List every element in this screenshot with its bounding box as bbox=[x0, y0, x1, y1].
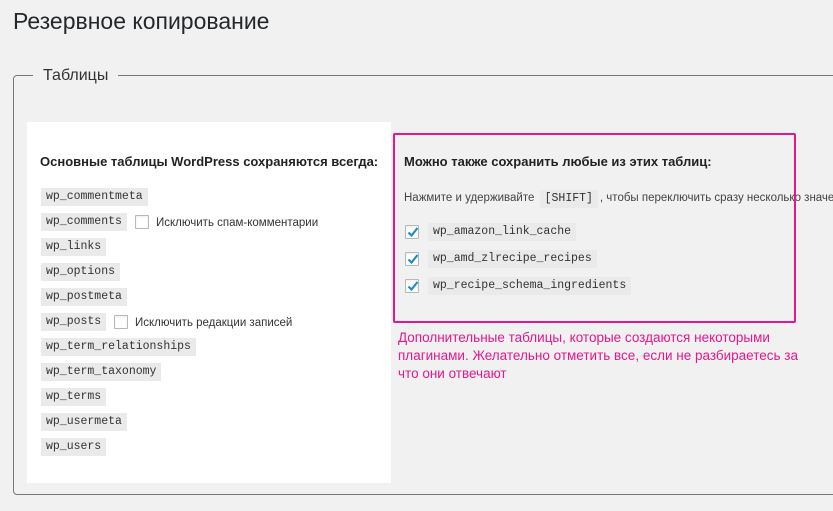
exclude-revisions-label[interactable]: Исключить редакции записей bbox=[135, 316, 292, 330]
exclude-revisions-checkbox[interactable] bbox=[114, 315, 128, 329]
core-table-tag: wp_term_taxonomy bbox=[41, 363, 162, 381]
core-table-tag: wp_postmeta bbox=[41, 288, 127, 306]
annotation-note: Дополнительные таблицы, которые создаютс… bbox=[398, 330, 798, 381]
core-table-tag: wp_links bbox=[41, 238, 107, 256]
core-table-tag: wp_users bbox=[41, 438, 107, 456]
core-table-tag: wp_usermeta bbox=[41, 413, 127, 431]
core-table-tag: wp_commentmeta bbox=[41, 188, 148, 206]
core-table-tag: wp_posts bbox=[41, 313, 107, 331]
exclude-spam-checkbox[interactable] bbox=[135, 215, 149, 229]
page-title: Резервное копирование bbox=[13, 8, 270, 34]
core-table-tag: wp_terms bbox=[41, 388, 107, 406]
exclude-spam-label[interactable]: Исключить спам-комментарии bbox=[156, 216, 318, 230]
core-tables-heading: Основные таблицы WordPress сохраняются в… bbox=[40, 154, 379, 169]
highlight-frame bbox=[393, 133, 796, 323]
core-table-tag: wp_options bbox=[41, 263, 121, 281]
core-table-tag: wp_comments bbox=[41, 213, 127, 231]
fieldset-legend: Таблицы bbox=[33, 66, 119, 86]
core-table-tag: wp_term_relationships bbox=[41, 338, 196, 356]
